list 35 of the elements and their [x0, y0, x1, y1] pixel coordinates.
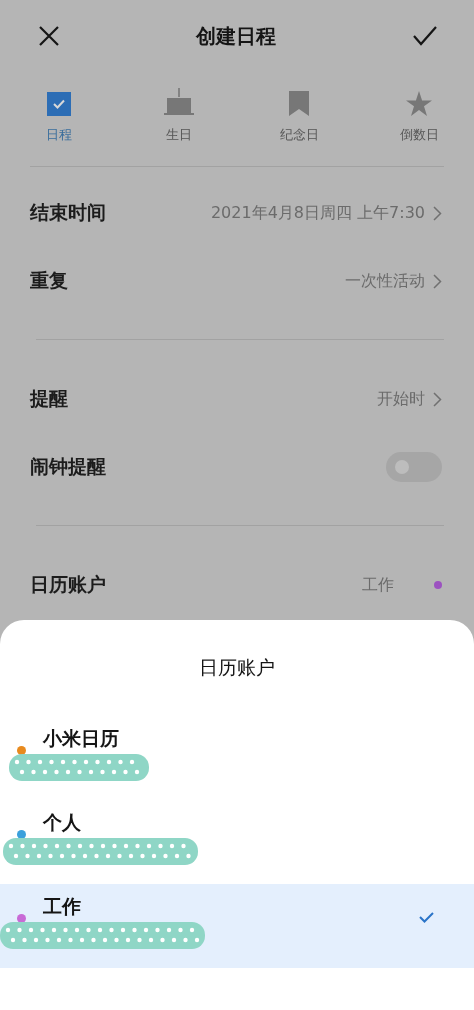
- star-icon: [406, 91, 432, 116]
- settings-row[interactable]: 结束时间 2021年4月8日周四 上午7:30: [0, 179, 474, 247]
- tab[interactable]: 纪念日: [262, 86, 336, 152]
- settings-row[interactable]: 闹钟提醒: [0, 433, 474, 501]
- close-icon[interactable]: [38, 25, 60, 47]
- bookmark-icon: [289, 91, 309, 116]
- account-item[interactable]: 个人: [0, 800, 474, 884]
- account-name: 小米日历: [43, 726, 119, 751]
- account-name: 工作: [43, 894, 81, 919]
- account-item[interactable]: 工作: [0, 884, 474, 968]
- cake-icon: [164, 88, 194, 116]
- settings-row[interactable]: 日历账户 工作: [0, 551, 474, 619]
- row-label: 提醒: [30, 386, 68, 411]
- row-value: 一次性活动: [345, 270, 425, 292]
- confirm-icon[interactable]: [412, 25, 438, 47]
- account-item[interactable]: 小米日历: [0, 716, 474, 800]
- row-value: 2021年4月8日周四 上午7:30: [210, 202, 425, 224]
- tab[interactable]: 生日: [142, 86, 216, 152]
- tab[interactable]: 倒数日: [382, 86, 456, 152]
- row-label: 闹钟提醒: [30, 454, 106, 479]
- settings-row[interactable]: 重复 一次性活动: [0, 247, 474, 315]
- checkbox-icon: [47, 92, 71, 116]
- account-name: 个人: [43, 810, 81, 835]
- chevron-icon: [433, 391, 442, 407]
- row-label: 重复: [30, 268, 68, 293]
- chevron-icon: [433, 273, 442, 289]
- window-title: 创建日程: [196, 22, 276, 50]
- chevron-icon: [433, 205, 442, 221]
- row-label: 日历账户: [30, 572, 106, 597]
- check-icon: [419, 912, 434, 923]
- row-value: 开始时: [377, 388, 425, 410]
- sheet-title: 日历账户: [198, 655, 276, 680]
- row-label: 结束时间: [30, 200, 106, 225]
- row-value: 工作: [362, 574, 394, 596]
- settings-row[interactable]: 提醒 开始时: [0, 365, 474, 433]
